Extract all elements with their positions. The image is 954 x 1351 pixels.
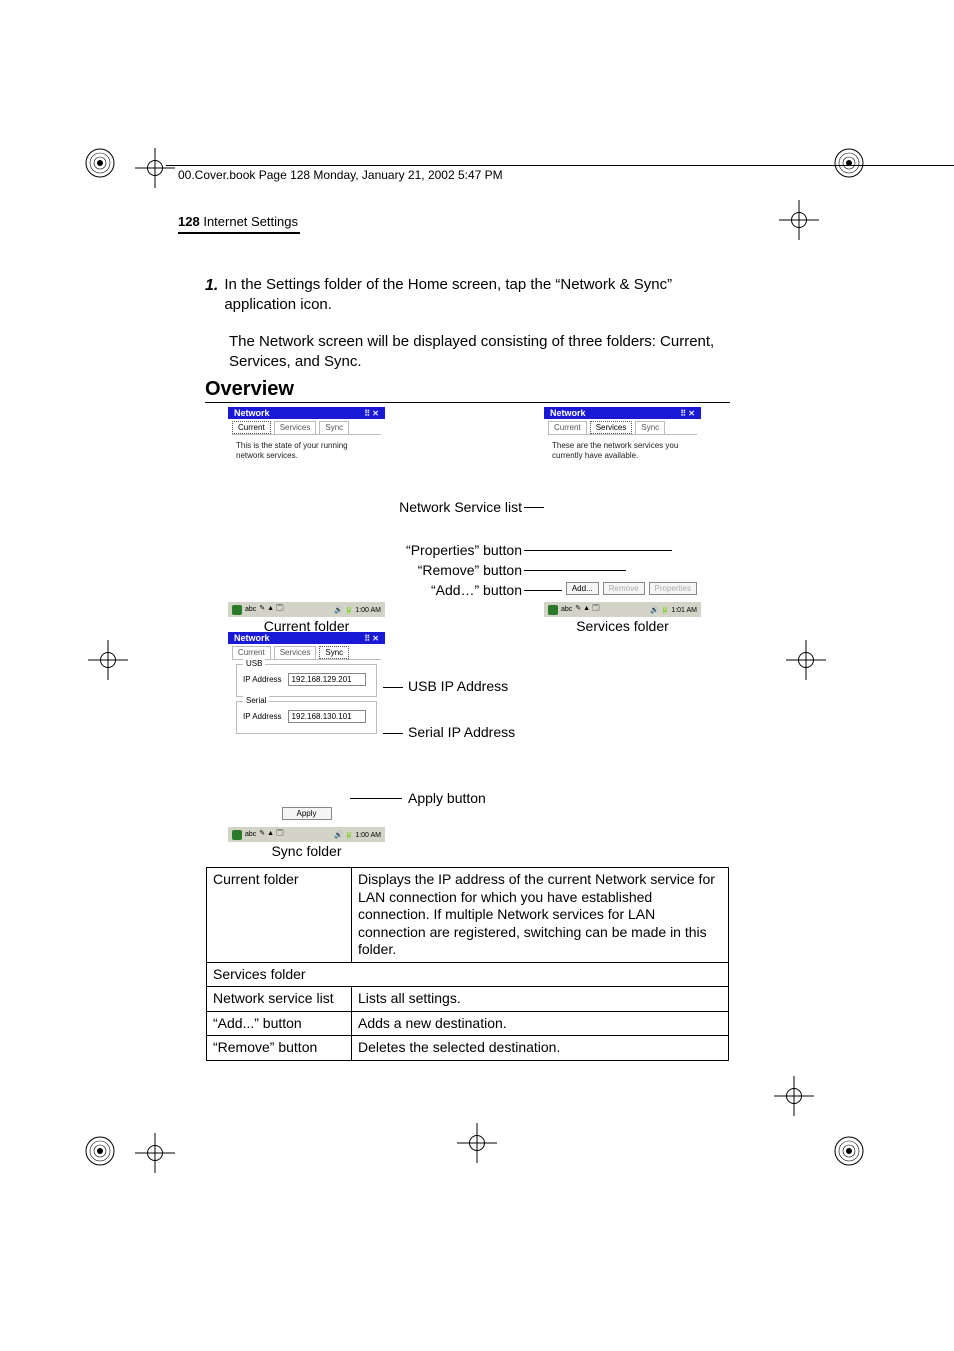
caption-services-folder: Services folder xyxy=(544,618,701,634)
tab-sync[interactable]: Sync xyxy=(319,421,349,434)
header-text: 00.Cover.book Page 128 Monday, January 2… xyxy=(178,168,503,182)
label-add-button: “Add…” button xyxy=(392,582,522,598)
tab-current[interactable]: Current xyxy=(232,421,271,434)
window-title: Network xyxy=(550,408,586,418)
table-row: Services folder xyxy=(207,962,729,987)
tab-sync[interactable]: Sync xyxy=(319,646,349,659)
tab-services[interactable]: Services xyxy=(590,421,633,434)
add-button[interactable]: Add... xyxy=(566,582,599,595)
window-title: Network xyxy=(234,633,270,643)
table-cell-label: Current folder xyxy=(207,868,352,963)
taskbar-input: abc xyxy=(245,606,256,613)
table-cell-desc: Lists all settings. xyxy=(352,987,729,1012)
taskbar-time: 🔊 🔋 1:00 AM xyxy=(334,606,381,614)
table-cell-label: Services folder xyxy=(207,962,729,987)
crop-mark-icon xyxy=(457,1123,497,1163)
tab-services[interactable]: Services xyxy=(274,421,317,434)
table-cell-label: “Remove” button xyxy=(207,1036,352,1061)
table-cell-desc: Adds a new destination. xyxy=(352,1011,729,1036)
registration-mark-icon xyxy=(80,1131,120,1171)
step-result-text: The Network screen will be displayed con… xyxy=(229,332,735,373)
crop-mark-icon xyxy=(135,148,175,188)
titlebar-icons: ⠿ ✕ xyxy=(364,634,379,643)
screenshot-current-folder: Network ⠿ ✕ Current Services Sync This i… xyxy=(228,407,385,617)
taskbar-time: 🔊 🔋 1:00 AM xyxy=(334,831,381,839)
ip-label-usb: IP Address xyxy=(243,675,282,684)
leader-line xyxy=(524,550,672,551)
chapter-rule xyxy=(178,232,300,234)
remove-button[interactable]: Remove xyxy=(603,582,645,595)
crop-mark-icon xyxy=(779,200,819,240)
caption-sync-folder: Sync folder xyxy=(228,843,385,859)
header-rule xyxy=(166,165,954,166)
chapter-title: Internet Settings xyxy=(203,214,298,229)
window-title: Network xyxy=(234,408,270,418)
taskbar-input: abc xyxy=(561,606,572,613)
description-table: Current folder Displays the IP address o… xyxy=(206,867,729,1061)
titlebar-icons: ⠿ ✕ xyxy=(364,409,379,418)
table-row: “Remove” button Deletes the selected des… xyxy=(207,1036,729,1061)
titlebar-icons: ⠿ ✕ xyxy=(680,409,695,418)
screenshot-services-folder: Network ⠿ ✕ Current Services Sync These … xyxy=(544,407,701,617)
label-remove-button: “Remove” button xyxy=(392,562,522,578)
leader-line xyxy=(524,590,562,591)
leader-line xyxy=(383,733,403,734)
usb-legend: USB xyxy=(243,659,265,668)
step-text: In the Settings folder of the Home scree… xyxy=(224,275,735,316)
services-blurb: These are the network services you curre… xyxy=(544,435,701,466)
leader-line xyxy=(350,798,402,799)
crop-mark-icon xyxy=(135,1133,175,1173)
label-apply-button: Apply button xyxy=(408,790,486,806)
table-cell-label: “Add...” button xyxy=(207,1011,352,1036)
registration-mark-icon xyxy=(829,1131,869,1171)
start-icon[interactable] xyxy=(548,605,558,615)
screenshot-sync-folder: Network ⠿ ✕ Current Services Sync USB IP… xyxy=(228,632,385,842)
taskbar-time: 🔊 🔋 1:01 AM xyxy=(650,606,697,614)
leader-line xyxy=(383,687,403,688)
registration-mark-icon xyxy=(80,143,120,183)
table-row: “Add...” button Adds a new destination. xyxy=(207,1011,729,1036)
tab-current[interactable]: Current xyxy=(548,421,587,434)
properties-button[interactable]: Properties xyxy=(649,582,697,595)
tab-current[interactable]: Current xyxy=(232,646,271,659)
page-number: 128 xyxy=(178,214,200,229)
start-icon[interactable] xyxy=(232,830,242,840)
tab-services[interactable]: Services xyxy=(274,646,317,659)
overview-heading: Overview xyxy=(205,378,294,401)
serial-legend: Serial xyxy=(243,696,269,705)
ip-input-usb[interactable]: 192.168.129.201 xyxy=(288,673,366,686)
table-cell-desc: Displays the IP address of the current N… xyxy=(352,868,729,963)
crop-mark-icon xyxy=(774,1076,814,1116)
leader-line xyxy=(524,570,626,571)
table-row: Network service list Lists all settings. xyxy=(207,987,729,1012)
overview-rule xyxy=(205,402,730,403)
table-cell-desc: Deletes the selected destination. xyxy=(352,1036,729,1061)
label-network-service-list: Network Service list xyxy=(392,499,522,515)
table-row: Current folder Displays the IP address o… xyxy=(207,868,729,963)
start-icon[interactable] xyxy=(232,605,242,615)
tab-sync[interactable]: Sync xyxy=(635,421,665,434)
crop-mark-icon xyxy=(786,640,826,680)
leader-line xyxy=(524,507,544,508)
label-properties-button: “Properties” button xyxy=(392,542,522,558)
page-number-title: 128 Internet Settings xyxy=(178,214,298,229)
current-blurb: This is the state of your running networ… xyxy=(228,435,385,466)
registration-mark-icon xyxy=(829,143,869,183)
apply-button[interactable]: Apply xyxy=(281,807,331,820)
crop-mark-icon xyxy=(88,640,128,680)
step-number: 1. xyxy=(205,275,224,297)
table-cell-label: Network service list xyxy=(207,987,352,1012)
label-serial-ip: Serial IP Address xyxy=(408,724,515,740)
label-usb-ip: USB IP Address xyxy=(408,678,508,694)
ip-label-serial: IP Address xyxy=(243,712,282,721)
ip-input-serial[interactable]: 192.168.130.101 xyxy=(288,710,366,723)
taskbar-input: abc xyxy=(245,831,256,838)
